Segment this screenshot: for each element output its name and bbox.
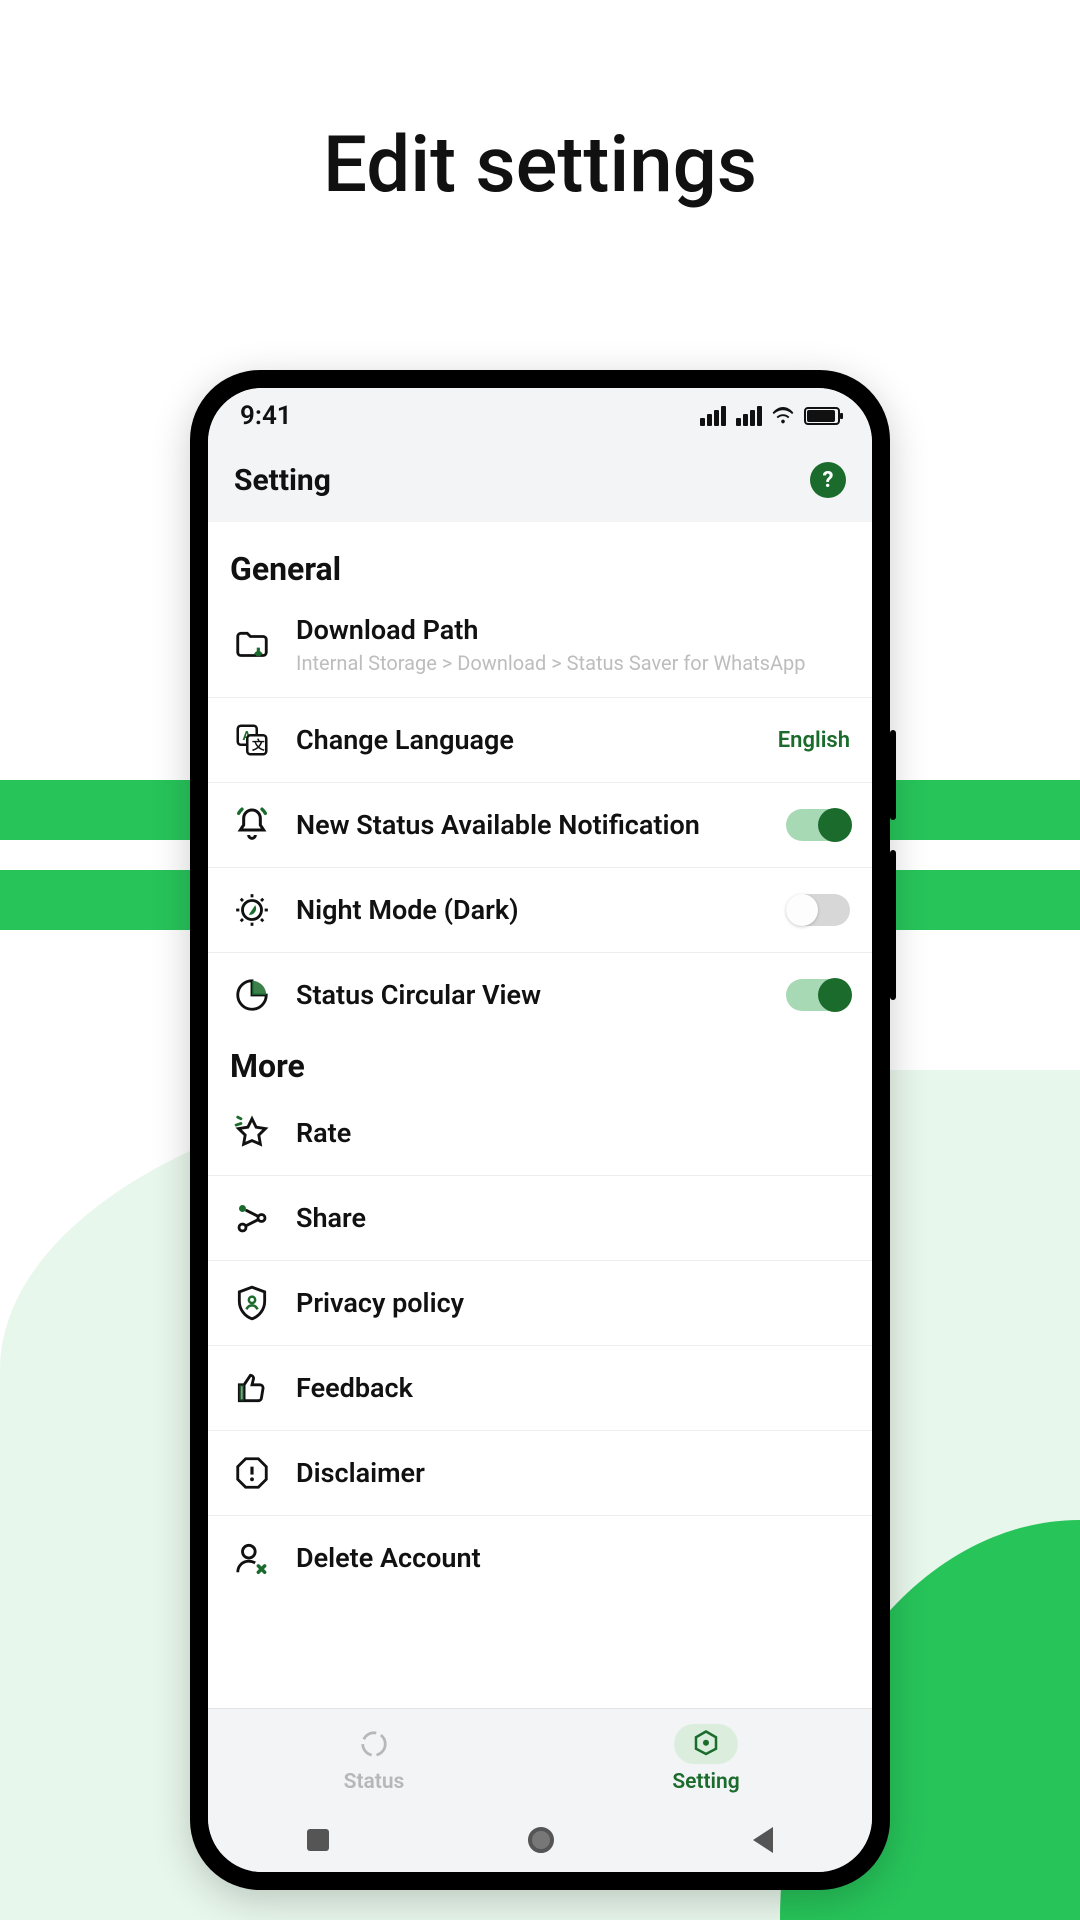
change-language-row[interactable]: A文 Change Language English bbox=[208, 698, 872, 783]
notification-row[interactable]: New Status Available Notification bbox=[208, 783, 872, 868]
thumbs-up-icon bbox=[230, 1366, 274, 1410]
settings-content[interactable]: General Download Path Internal Storage >… bbox=[208, 522, 872, 1708]
page-title: Edit settings bbox=[0, 120, 1080, 211]
phone-screen: 9:41 Setting ? General bbox=[208, 388, 872, 1872]
user-delete-icon bbox=[230, 1536, 274, 1580]
notification-toggle[interactable] bbox=[786, 809, 850, 841]
section-title-general: General bbox=[208, 550, 872, 594]
tab-label: Setting bbox=[672, 1770, 739, 1794]
row-label: Status Circular View bbox=[296, 979, 764, 1011]
row-label: Share bbox=[296, 1202, 850, 1234]
tab-setting[interactable]: Setting bbox=[540, 1709, 872, 1808]
row-label: Rate bbox=[296, 1117, 850, 1149]
svg-text:文: 文 bbox=[252, 738, 265, 754]
tab-label: Status bbox=[344, 1770, 405, 1794]
row-label: Night Mode (Dark) bbox=[296, 894, 764, 926]
delete-account-row[interactable]: Delete Account bbox=[208, 1516, 872, 1600]
night-mode-toggle[interactable] bbox=[786, 894, 850, 926]
question-mark-icon: ? bbox=[823, 468, 834, 493]
screen-title: Setting bbox=[234, 463, 331, 498]
language-value: English bbox=[778, 728, 850, 753]
row-label: Disclaimer bbox=[296, 1457, 850, 1489]
tab-status[interactable]: Status bbox=[208, 1709, 540, 1808]
circular-view-toggle[interactable] bbox=[786, 979, 850, 1011]
nav-home-icon[interactable] bbox=[528, 1827, 554, 1853]
nav-back-icon[interactable] bbox=[753, 1827, 773, 1853]
star-icon bbox=[230, 1111, 274, 1155]
status-indicators bbox=[700, 405, 840, 427]
row-label: Change Language bbox=[296, 724, 756, 756]
phone-side-button bbox=[890, 850, 896, 1000]
translate-icon: A文 bbox=[230, 718, 274, 762]
disclaimer-row[interactable]: Disclaimer bbox=[208, 1431, 872, 1516]
night-mode-icon bbox=[230, 888, 274, 932]
phone-side-button bbox=[890, 730, 896, 820]
rate-row[interactable]: Rate bbox=[208, 1091, 872, 1176]
feedback-row[interactable]: Feedback bbox=[208, 1346, 872, 1431]
status-bar: 9:41 bbox=[208, 388, 872, 444]
battery-icon bbox=[804, 407, 840, 425]
row-label: New Status Available Notification bbox=[296, 809, 764, 841]
warning-octagon-icon bbox=[230, 1451, 274, 1495]
download-path-row[interactable]: Download Path Internal Storage > Downloa… bbox=[208, 594, 872, 698]
clock: 9:41 bbox=[240, 401, 292, 431]
app-header: Setting ? bbox=[208, 444, 872, 522]
share-icon bbox=[230, 1196, 274, 1240]
row-label: Privacy policy bbox=[296, 1287, 850, 1319]
section-title-more: More bbox=[208, 1047, 872, 1091]
privacy-row[interactable]: Privacy policy bbox=[208, 1261, 872, 1346]
row-label: Delete Account bbox=[296, 1542, 850, 1574]
pie-chart-icon bbox=[230, 973, 274, 1017]
phone-frame: 9:41 Setting ? General bbox=[190, 370, 890, 1890]
help-button[interactable]: ? bbox=[810, 462, 846, 498]
signal-icon bbox=[736, 406, 762, 426]
nav-recent-icon[interactable] bbox=[307, 1829, 329, 1851]
android-nav-bar bbox=[208, 1808, 872, 1872]
status-ring-icon bbox=[359, 1729, 389, 1759]
row-label: Download Path bbox=[296, 614, 850, 646]
wifi-icon bbox=[772, 405, 794, 427]
shield-user-icon bbox=[230, 1281, 274, 1325]
bell-alert-icon bbox=[230, 803, 274, 847]
bottom-tab-bar: Status Setting bbox=[208, 1708, 872, 1808]
share-row[interactable]: Share bbox=[208, 1176, 872, 1261]
row-label: Feedback bbox=[296, 1372, 850, 1404]
folder-download-icon bbox=[230, 624, 274, 668]
circular-view-row[interactable]: Status Circular View bbox=[208, 953, 872, 1037]
signal-icon bbox=[700, 406, 726, 426]
settings-hex-icon bbox=[691, 1729, 721, 1759]
row-subtitle: Internal Storage > Download > Status Sav… bbox=[296, 650, 850, 677]
night-mode-row[interactable]: Night Mode (Dark) bbox=[208, 868, 872, 953]
